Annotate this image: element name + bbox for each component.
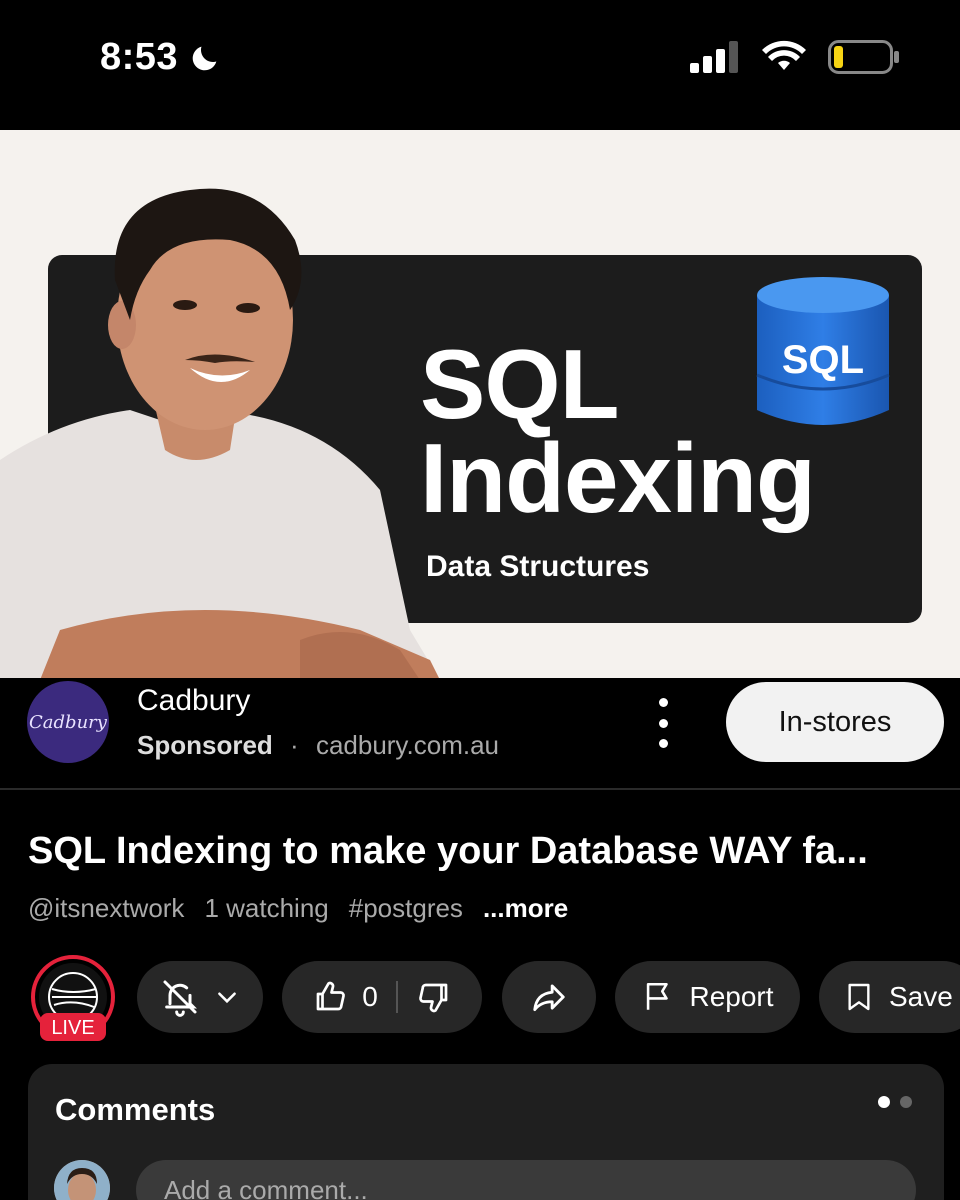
sponsored-ad[interactable]: Cadbury Cadbury Sponsored · cadbury.com.… (0, 678, 960, 790)
dislike-button[interactable] (398, 979, 452, 1015)
chevron-down-icon (218, 992, 236, 1004)
live-badge: LIVE (51, 1017, 94, 1039)
comment-placeholder: Add a comment... (164, 1174, 368, 1200)
thumbnail-subtitle: Data Structures (426, 550, 650, 583)
like-button[interactable]: 0 (312, 981, 398, 1013)
user-avatar (54, 1160, 110, 1200)
flag-icon (647, 982, 669, 1010)
bookmark-icon (848, 983, 870, 1011)
carousel-dots (878, 1096, 912, 1108)
thumbs-up-icon (316, 981, 346, 1011)
channel-handle[interactable]: @itsnextwork (28, 893, 184, 924)
signal-icon (690, 41, 738, 73)
moon-icon (192, 46, 217, 70)
advertiser-logo-text: Cadbury (29, 711, 107, 733)
report-button[interactable]: Report (615, 961, 800, 1033)
status-icons (690, 40, 900, 74)
thumbnail-title-line2: Indexing (420, 423, 816, 533)
ad-meta: Sponsored · cadbury.com.au (137, 730, 499, 761)
add-comment-input[interactable]: Add a comment... (136, 1160, 916, 1200)
more-link[interactable]: ...more (483, 893, 568, 924)
channel-avatar-live[interactable]: LIVE (28, 955, 118, 1045)
time-text: 8:53 (100, 36, 179, 78)
database-icon: SQL (756, 277, 890, 425)
save-label: Save (889, 981, 953, 1012)
meta-separator: · (290, 730, 299, 760)
comments-title: Comments (55, 1092, 216, 1127)
like-dislike-group: 0 (282, 961, 482, 1033)
hashtag-link[interactable]: #postgres (349, 893, 463, 924)
bell-off-icon (163, 980, 197, 1017)
watching-count: 1 watching (204, 893, 329, 923)
more-options-icon[interactable] (648, 698, 678, 748)
like-count: 0 (362, 981, 378, 1012)
advertiser-name[interactable]: Cadbury (137, 684, 250, 718)
save-button[interactable]: Save (819, 961, 960, 1033)
thumbs-down-icon (418, 983, 448, 1013)
notifications-button[interactable] (137, 961, 263, 1033)
database-label: SQL (782, 338, 864, 382)
report-label: Report (689, 981, 774, 1012)
sponsored-label: Sponsored (137, 730, 273, 760)
status-time: 8:53 (100, 36, 222, 79)
video-thumbnail[interactable]: SQL Indexing Data Structures SQL (0, 130, 960, 678)
share-button[interactable] (502, 961, 596, 1033)
wifi-icon (762, 40, 806, 70)
advertiser-logo[interactable]: Cadbury (27, 681, 109, 763)
video-title[interactable]: SQL Indexing to make your Database WAY f… (28, 830, 868, 873)
comments-card[interactable]: Comments Add a comment... (28, 1064, 944, 1200)
actions-row: LIVE 0 Report Save (0, 955, 960, 1045)
video-meta: @itsnextwork 1 watching #postgres ...mor… (28, 893, 568, 924)
status-bar: 8:53 (0, 0, 960, 130)
share-icon (533, 984, 565, 1012)
presenter-image (0, 188, 439, 678)
battery-icon (828, 40, 899, 74)
in-stores-button[interactable]: In-stores (726, 682, 944, 762)
in-stores-label: In-stores (778, 705, 892, 738)
advertiser-url[interactable]: cadbury.com.au (316, 730, 499, 760)
